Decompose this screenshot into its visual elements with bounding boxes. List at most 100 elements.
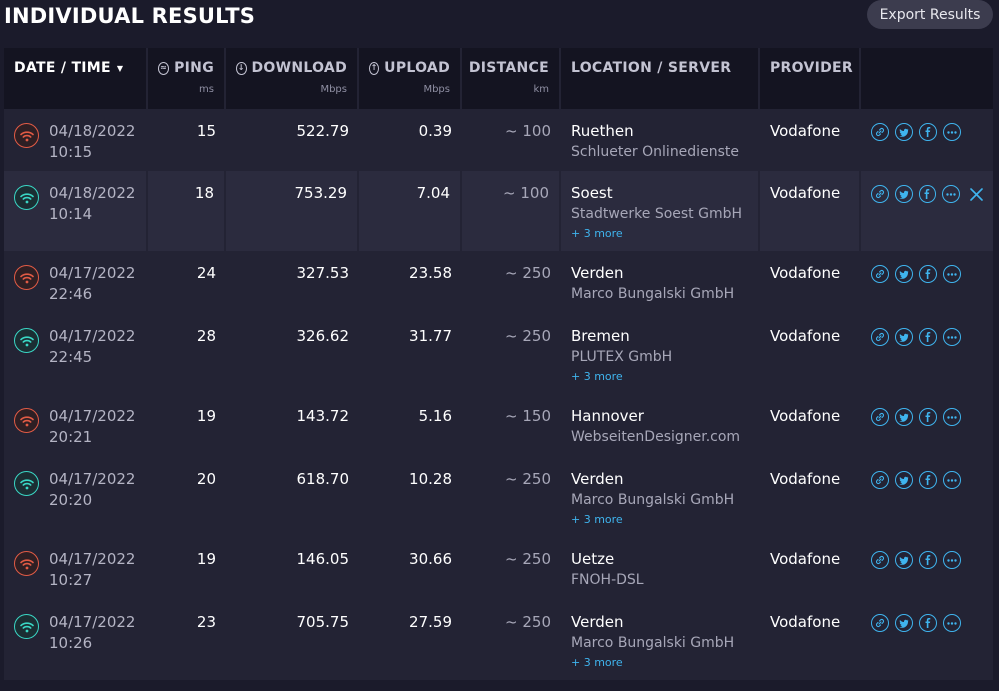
more-servers-link[interactable]: + 3 more	[571, 656, 750, 669]
facebook-icon[interactable]	[919, 328, 937, 346]
link-icon[interactable]	[871, 328, 889, 346]
result-server: Marco Bungalski GmbH	[571, 635, 735, 651]
table-row[interactable]: 04/17/2022 22:45 28 326.62 31.77 ~ 250 B…	[4, 314, 993, 394]
facebook-icon[interactable]	[919, 123, 937, 141]
table-row[interactable]: 04/18/2022 10:14 18 753.29 7.04 ~ 100 So…	[4, 171, 993, 251]
link-icon[interactable]	[871, 123, 889, 141]
result-ping: 24	[196, 264, 216, 282]
result-distance: ~ 250	[505, 327, 551, 345]
result-date: 04/17/2022	[49, 327, 136, 345]
table-row[interactable]: 04/17/2022 22:46 24 327.53 23.58 ~ 250 V…	[4, 251, 993, 314]
cell-date-time: 04/17/2022 22:46	[4, 251, 148, 314]
wifi-icon	[14, 328, 39, 353]
column-label: DATE / TIME	[14, 60, 111, 76]
link-icon[interactable]	[871, 265, 889, 283]
more-options-icon[interactable]	[943, 408, 961, 426]
column-header-date-time[interactable]: DATE / TIME ▼	[4, 48, 148, 109]
link-icon[interactable]	[871, 551, 889, 569]
twitter-icon[interactable]	[894, 185, 913, 203]
column-header-provider[interactable]: PROVIDER	[760, 48, 861, 109]
table-row[interactable]: 04/17/2022 20:20 20 618.70 10.28 ~ 250 V…	[4, 457, 993, 537]
row-actions	[871, 614, 983, 632]
facebook-icon[interactable]	[919, 265, 937, 283]
result-download: 143.72	[296, 407, 350, 425]
result-server: PLUTEX GmbH	[571, 349, 673, 365]
result-distance: ~ 250	[505, 470, 551, 488]
column-header-actions	[861, 48, 993, 109]
table-row[interactable]: 04/17/2022 10:27 19 146.05 30.66 ~ 250 U…	[4, 537, 993, 600]
facebook-icon[interactable]	[919, 471, 937, 489]
more-options-icon[interactable]	[943, 471, 961, 489]
column-header-download[interactable]: ↓ DOWNLOAD Mbps	[226, 48, 359, 109]
row-actions	[871, 471, 983, 489]
result-distance: ~ 250	[505, 613, 551, 631]
result-distance: ~ 250	[505, 550, 551, 568]
close-icon[interactable]	[970, 187, 983, 201]
result-distance: ~ 150	[505, 407, 551, 425]
link-icon[interactable]	[871, 614, 889, 632]
table-row[interactable]: 04/18/2022 10:15 15 522.79 0.39 ~ 100 Ru…	[4, 109, 993, 171]
result-provider: Vodafone	[770, 407, 841, 425]
result-city: Verden	[571, 613, 624, 631]
link-icon[interactable]	[871, 471, 889, 489]
result-server: Marco Bungalski GmbH	[571, 286, 735, 302]
result-upload: 10.28	[409, 470, 452, 488]
table-row[interactable]: 04/17/2022 10:26 23 705.75 27.59 ~ 250 V…	[4, 600, 993, 680]
result-download: 326.62	[296, 327, 350, 345]
result-provider: Vodafone	[770, 184, 841, 202]
twitter-icon[interactable]	[895, 123, 913, 141]
result-time: 10:27	[49, 571, 93, 589]
result-provider: Vodafone	[770, 264, 841, 282]
result-time: 10:26	[49, 634, 93, 652]
cell-date-time: 04/18/2022 10:14	[4, 171, 148, 251]
facebook-icon[interactable]	[919, 614, 937, 632]
twitter-icon[interactable]	[895, 551, 913, 569]
row-actions	[871, 123, 983, 141]
table-row[interactable]: 04/17/2022 20:21 19 143.72 5.16 ~ 150 Ha…	[4, 394, 993, 457]
wifi-icon	[14, 551, 39, 576]
more-options-icon[interactable]	[942, 185, 960, 203]
wifi-icon	[14, 614, 39, 639]
facebook-icon[interactable]	[919, 551, 937, 569]
result-download: 618.70	[296, 470, 350, 488]
wifi-icon	[14, 408, 39, 433]
twitter-icon[interactable]	[895, 328, 913, 346]
column-label: DISTANCE	[468, 60, 549, 76]
column-label: PING	[174, 60, 214, 76]
column-header-upload[interactable]: ↑ UPLOAD Mbps	[359, 48, 462, 109]
result-date: 04/17/2022	[49, 264, 136, 282]
link-icon[interactable]	[871, 185, 889, 203]
cell-date-time: 04/17/2022 10:26	[4, 600, 148, 680]
result-provider: Vodafone	[770, 550, 841, 568]
twitter-icon[interactable]	[895, 265, 913, 283]
column-unit: km	[533, 84, 549, 95]
result-city: Verden	[571, 264, 624, 282]
result-provider: Vodafone	[770, 327, 841, 345]
column-header-distance[interactable]: DISTANCE km	[462, 48, 561, 109]
more-servers-link[interactable]: + 3 more	[571, 513, 750, 526]
column-header-ping[interactable]: ≈ PING ms	[148, 48, 226, 109]
twitter-icon[interactable]	[895, 408, 913, 426]
result-server: Marco Bungalski GmbH	[571, 492, 735, 508]
more-options-icon[interactable]	[943, 265, 961, 283]
export-results-button[interactable]: Export Results	[867, 0, 993, 29]
facebook-icon[interactable]	[919, 408, 937, 426]
result-time: 10:15	[49, 143, 93, 161]
more-servers-link[interactable]: + 3 more	[571, 227, 748, 240]
link-icon[interactable]	[871, 408, 889, 426]
more-servers-link[interactable]: + 3 more	[571, 370, 750, 383]
page-title: INDIVIDUAL RESULTS	[4, 4, 256, 28]
more-options-icon[interactable]	[943, 551, 961, 569]
facebook-icon[interactable]	[918, 185, 937, 203]
sort-caret-icon: ▼	[116, 63, 124, 73]
twitter-icon[interactable]	[895, 471, 913, 489]
table-header: DATE / TIME ▼ ≈ PING ms ↓ DOWNLOAD Mbps ↑ UP…	[4, 48, 993, 109]
result-date: 04/17/2022	[49, 550, 136, 568]
result-upload: 0.39	[418, 122, 452, 140]
row-actions	[871, 185, 983, 203]
twitter-icon[interactable]	[895, 614, 913, 632]
column-header-location-server[interactable]: LOCATION / SERVER	[561, 48, 760, 109]
more-options-icon[interactable]	[943, 614, 961, 632]
more-options-icon[interactable]	[943, 123, 961, 141]
more-options-icon[interactable]	[943, 328, 961, 346]
